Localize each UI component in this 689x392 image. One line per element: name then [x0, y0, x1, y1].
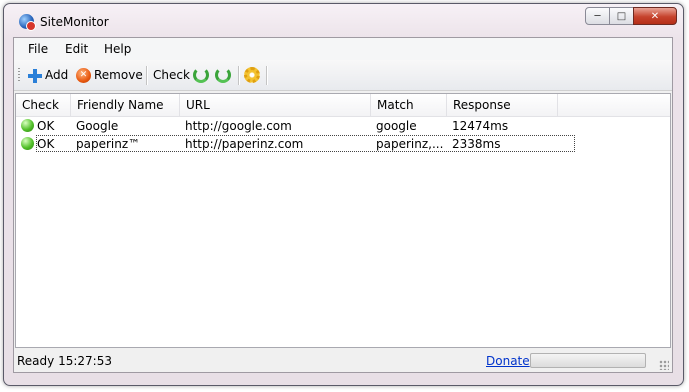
status-text: Ready 15:27:53	[17, 354, 112, 368]
column-header-name[interactable]: Friendly Name	[71, 94, 180, 116]
column-header-match[interactable]: Match	[371, 94, 447, 116]
name-cell: Google	[76, 119, 119, 133]
maximize-button[interactable]: □	[609, 7, 634, 25]
status-cell: OK	[37, 137, 55, 151]
toolbar-separator	[238, 66, 240, 85]
refresh-icon	[193, 67, 209, 83]
refresh-button[interactable]	[193, 66, 212, 84]
menu-bar: File Edit Help	[14, 38, 672, 60]
column-header-url[interactable]: URL	[180, 94, 371, 116]
status-cell: OK	[37, 119, 55, 133]
close-button[interactable]: ✕	[633, 7, 677, 25]
list-header: Check Friendly Name URL Match Response	[16, 94, 670, 117]
status-ok-icon	[21, 137, 34, 150]
response-cell: 12474ms	[452, 119, 509, 133]
resize-grip[interactable]	[659, 360, 669, 370]
status-ok-icon	[21, 119, 34, 132]
donate-link[interactable]: Donate	[486, 354, 530, 368]
toolbar-separator	[266, 66, 268, 85]
toolbar: Add ✕ Remove Check	[14, 60, 672, 91]
column-header-check[interactable]: Check	[16, 94, 71, 116]
title-bar[interactable]: SiteMonitor ─ □ ✕	[4, 4, 683, 36]
refresh-all-button[interactable]	[215, 66, 234, 84]
app-globe-icon	[19, 14, 36, 31]
menu-help[interactable]: Help	[104, 42, 131, 56]
match-cell: google	[376, 119, 417, 133]
settings-button[interactable]	[244, 66, 263, 84]
table-row[interactable]: OK paperinz™ http://paperinz.com paperin…	[16, 135, 576, 153]
site-list[interactable]: Check Friendly Name URL Match Response O…	[15, 93, 671, 348]
check-button[interactable]: Check	[153, 66, 190, 84]
remove-button[interactable]: ✕ Remove	[76, 66, 143, 84]
status-bar: Ready 15:27:53 Donate	[14, 350, 672, 372]
progress-bar	[530, 353, 646, 368]
toolbar-grip[interactable]	[18, 68, 20, 83]
app-window: SiteMonitor ─ □ ✕ File Edit Help Add ✕ R…	[3, 3, 684, 386]
remove-icon: ✕	[76, 67, 91, 83]
refresh-all-icon	[215, 67, 231, 83]
column-header-response[interactable]: Response	[447, 94, 558, 116]
check-label: Check	[153, 68, 190, 82]
client-area: File Edit Help Add ✕ Remove Check Check …	[13, 37, 673, 373]
gear-icon	[244, 67, 260, 83]
add-plus-icon	[27, 68, 42, 83]
toolbar-separator	[146, 66, 148, 85]
url-cell: http://google.com	[185, 119, 292, 133]
window-title: SiteMonitor	[40, 15, 109, 29]
menu-edit[interactable]: Edit	[65, 42, 88, 56]
table-row[interactable]: OK Google http://google.com google 12474…	[16, 117, 576, 135]
name-cell: paperinz™	[76, 137, 141, 151]
minimize-button[interactable]: ─	[585, 7, 610, 25]
add-button[interactable]: Add	[27, 66, 68, 84]
remove-label: Remove	[94, 68, 143, 82]
response-cell: 2338ms	[452, 137, 501, 151]
match-cell: paperinz,...	[376, 137, 444, 151]
add-label: Add	[45, 68, 69, 82]
menu-file[interactable]: File	[28, 42, 48, 56]
url-cell: http://paperinz.com	[185, 137, 304, 151]
